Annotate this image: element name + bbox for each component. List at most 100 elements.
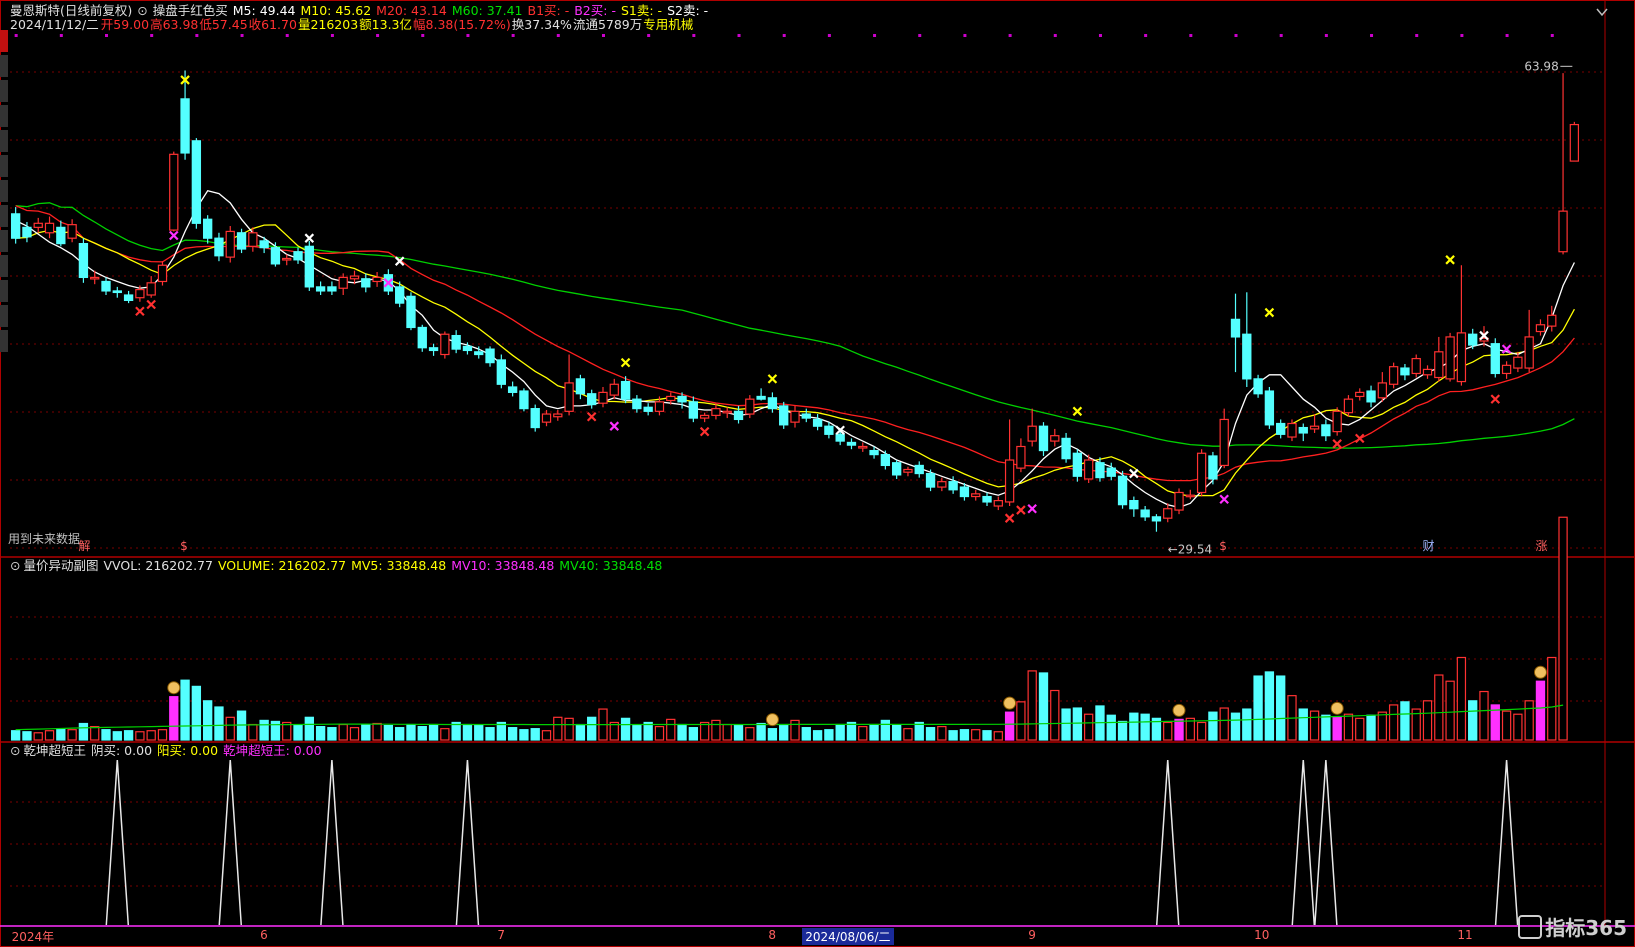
side-tab[interactable]: [0, 205, 8, 227]
top-dot-marker: [1370, 34, 1374, 37]
expand-icon[interactable]: [1595, 4, 1609, 18]
candle-body: [90, 276, 100, 280]
side-tab[interactable]: [0, 30, 8, 52]
volume-bar: [711, 719, 721, 741]
candle-body: [1287, 422, 1297, 438]
candle-body: [1468, 333, 1478, 346]
volume-indicator-name[interactable]: 量价异动副图: [23, 558, 98, 573]
candle-body: [1117, 475, 1128, 506]
side-tab[interactable]: [0, 230, 8, 252]
volume-bar: [1061, 708, 1071, 741]
top-dot-marker: [1415, 34, 1419, 37]
pink-signal-mark: [168, 230, 179, 241]
volume-bar: [869, 723, 879, 741]
money-bag-icon: [765, 713, 779, 727]
volume-bar: [1355, 717, 1365, 741]
volume-toggle-icon[interactable]: ⊙: [10, 558, 20, 573]
candle-body: [1434, 351, 1444, 379]
oscillator-toggle-icon[interactable]: ⊙: [10, 743, 20, 758]
side-tab[interactable]: [0, 130, 8, 152]
oscillator-spike: [455, 759, 480, 926]
x-axis-label: 11: [1457, 928, 1473, 942]
event-tag: 涨: [1535, 538, 1547, 553]
sell-signal-mark: [620, 357, 631, 368]
volume-bar: [982, 730, 992, 741]
volume-bar: [33, 732, 43, 741]
volume-info-line: ⊙ 量价异动副图 VVOL: 216202.77 VOLUME: 216202.77 M…: [10, 558, 667, 574]
side-tab[interactable]: [0, 255, 8, 277]
oscillator-spike: [1155, 759, 1180, 926]
candle-body: [1343, 398, 1354, 414]
candle-body: [1411, 357, 1421, 375]
candle-body: [801, 413, 811, 419]
volume-bar: [620, 717, 631, 741]
candle-body: [1490, 343, 1500, 375]
volume-bar: [587, 716, 597, 741]
watermark-text: 指标365: [1545, 916, 1627, 940]
candle-body: [982, 495, 992, 503]
volume-bar: [632, 724, 642, 741]
volume-bar: [519, 729, 529, 741]
volume-bar: [349, 727, 360, 741]
top-dot-marker: [737, 34, 741, 37]
ma10-value: M10: 45.62: [300, 3, 372, 18]
volume-bar: [835, 723, 845, 741]
volume-bar: [733, 724, 744, 741]
candle-body: [293, 251, 303, 261]
candle-body: [1050, 435, 1060, 442]
candle-body: [1084, 459, 1094, 480]
top-dot-marker: [1053, 34, 1057, 37]
volume-bar: [327, 727, 337, 741]
volume-bar: [914, 721, 924, 741]
oscillator-name[interactable]: 乾坤超短王: [23, 743, 86, 758]
volume-bar: [406, 723, 416, 741]
volume-bar: [1174, 718, 1184, 741]
candle-body: [1547, 314, 1557, 327]
side-tab[interactable]: [0, 305, 8, 327]
candle-body: [214, 237, 224, 257]
top-dot-marker: [963, 34, 967, 37]
candle-body: [767, 397, 778, 410]
candle-body: [1061, 437, 1071, 460]
side-tab[interactable]: [0, 330, 8, 352]
sell-signal-mark: [1072, 406, 1083, 417]
volume-bar: [1332, 716, 1342, 741]
high-price-label: 63.98: [1524, 59, 1558, 73]
side-tab[interactable]: [0, 280, 8, 302]
candle-body: [733, 410, 744, 421]
candle-body: [315, 286, 326, 292]
volume-bar: [1038, 672, 1049, 741]
candle-body: [699, 414, 710, 419]
volume-bar: [1366, 714, 1376, 741]
oscillator-info-line: ⊙ 乾坤超短王 阴买: 0.00 阳买: 0.00 乾坤超短王: 0.00: [10, 743, 327, 759]
side-tab[interactable]: [0, 105, 8, 127]
volume-bar: [259, 719, 269, 741]
volume-bar: [1547, 656, 1557, 741]
side-tab[interactable]: [0, 80, 8, 102]
volume-bar: [1208, 711, 1218, 741]
volume-bar: [948, 730, 958, 741]
volume-bar: [801, 727, 811, 741]
open-price: 开59.00: [100, 17, 150, 32]
side-tab[interactable]: [0, 55, 8, 77]
volume-bar: [180, 679, 190, 741]
event-tag: $: [1219, 539, 1227, 553]
side-tab[interactable]: [0, 155, 8, 177]
candle-body: [937, 481, 947, 488]
candle-body: [496, 359, 506, 385]
high-price: 高63.98: [150, 17, 199, 32]
volume-bar: [666, 718, 676, 741]
money-bag-icon: [167, 681, 181, 695]
indicator-toggle-icon[interactable]: ⊙: [137, 3, 147, 18]
top-dot-marker: [1505, 34, 1509, 37]
volume-bar: [123, 730, 134, 741]
money-bag-icon: [1533, 665, 1547, 679]
oscillator-spike: [105, 759, 130, 926]
indicator-name[interactable]: 操盘手红色买: [153, 3, 228, 18]
sell-signal-mark: [1445, 255, 1455, 265]
candle-body: [349, 275, 360, 280]
stock-title: 曼恩斯特(日线前复权): [10, 3, 133, 18]
side-tab[interactable]: [0, 180, 8, 202]
oscillator-spike: [1314, 759, 1338, 926]
volume-bar: [462, 723, 473, 741]
